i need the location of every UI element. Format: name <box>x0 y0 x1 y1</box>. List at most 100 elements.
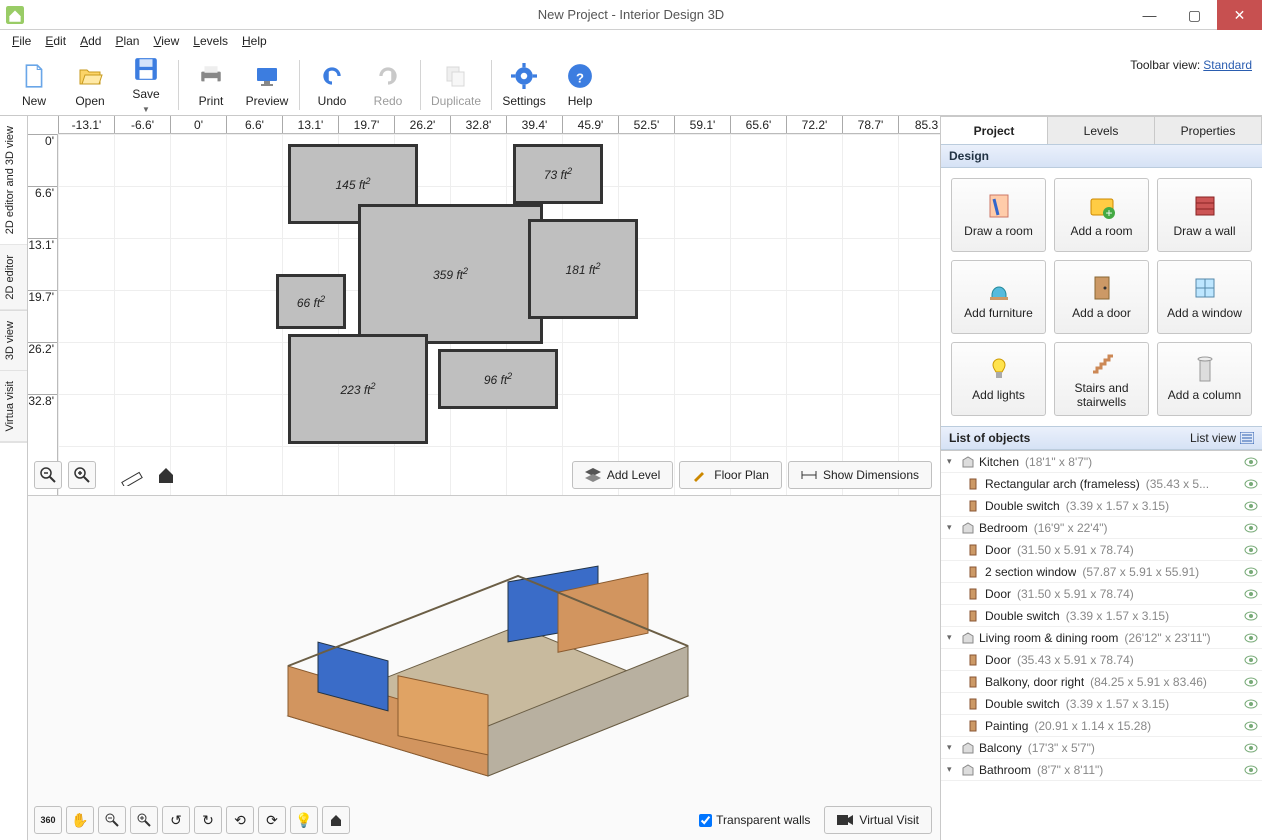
rotate-left-icon[interactable]: ↺ <box>162 806 190 834</box>
room-icon <box>961 521 975 535</box>
virtual-visit-button[interactable]: Virtual Visit <box>824 806 932 834</box>
object-row[interactable]: Balkony, door right (84.25 x 5.91 x 83.4… <box>941 671 1262 693</box>
duplicate-button[interactable]: Duplicate <box>425 55 487 115</box>
help-button[interactable]: ?Help <box>552 55 608 115</box>
add-level-button[interactable]: Add Level <box>572 461 673 489</box>
orbit-right-icon[interactable]: ⟳ <box>258 806 286 834</box>
visibility-icon[interactable] <box>1244 743 1258 753</box>
redo-button[interactable]: Redo <box>360 55 416 115</box>
ruler-icon[interactable] <box>118 461 146 489</box>
tool-add-lights[interactable]: Add lights <box>951 342 1046 416</box>
object-row[interactable]: Double switch (3.39 x 1.57 x 3.15) <box>941 605 1262 627</box>
object-row[interactable]: ▾Living room & dining room (26'12" x 23'… <box>941 627 1262 649</box>
expand-icon[interactable]: ▾ <box>947 742 957 753</box>
visibility-icon[interactable] <box>1244 699 1258 709</box>
save-button[interactable]: Save▼ <box>118 55 174 115</box>
undo-button[interactable]: Undo <box>304 55 360 115</box>
tab-3d[interactable]: 3D view <box>0 311 27 371</box>
object-row[interactable]: ▾Balcony (17'3" x 5'7") <box>941 737 1262 759</box>
tool-add-furniture[interactable]: Add furniture <box>951 260 1046 334</box>
menu-file[interactable]: File <box>6 32 37 50</box>
zoom-out-icon[interactable] <box>34 461 62 489</box>
toolbar-view-link[interactable]: Standard <box>1203 58 1252 72</box>
object-row[interactable]: ▾Bedroom (16'9" x 22'4") <box>941 517 1262 539</box>
maximize-button[interactable]: ▢ <box>1172 0 1217 30</box>
object-row[interactable]: Door (31.50 x 5.91 x 78.74) <box>941 539 1262 561</box>
expand-icon[interactable]: ▾ <box>947 456 957 467</box>
tab-2d-3d[interactable]: 2D editor and 3D view <box>0 116 27 245</box>
show-dimensions-button[interactable]: Show Dimensions <box>788 461 932 489</box>
tool-add-a-window[interactable]: Add a window <box>1157 260 1252 334</box>
expand-icon[interactable]: ▾ <box>947 764 957 775</box>
home-3d-icon[interactable] <box>322 806 350 834</box>
360-icon[interactable]: 360 <box>34 806 62 834</box>
2d-view[interactable]: -13.1'-6.6'0'6.6'13.1'19.7'26.2'32.8'39.… <box>28 116 940 496</box>
tab-levels[interactable]: Levels <box>1047 116 1155 144</box>
object-row[interactable]: Door (35.43 x 5.91 x 78.74) <box>941 649 1262 671</box>
new-button[interactable]: New <box>6 55 62 115</box>
minimize-button[interactable]: — <box>1127 0 1172 30</box>
menu-plan[interactable]: Plan <box>109 32 145 50</box>
visibility-icon[interactable] <box>1244 765 1258 775</box>
visibility-icon[interactable] <box>1244 479 1258 489</box>
room-icon <box>961 631 975 645</box>
object-row[interactable]: Door (31.50 x 5.91 x 78.74) <box>941 583 1262 605</box>
orbit-left-icon[interactable]: ⟲ <box>226 806 254 834</box>
transparent-walls-checkbox[interactable]: Transparent walls <box>699 813 810 827</box>
floor-plan-button[interactable]: Floor Plan <box>679 461 782 489</box>
camera-icon <box>837 814 853 826</box>
open-button[interactable]: Open <box>62 55 118 115</box>
menu-view[interactable]: View <box>147 32 185 50</box>
menu-add[interactable]: Add <box>74 32 107 50</box>
object-row[interactable]: Painting (20.91 x 1.14 x 15.28) <box>941 715 1262 737</box>
3d-view[interactable]: 360 ✋ ↺ ↻ ⟲ ⟳ 💡 Transparent walls Virtua… <box>28 496 940 840</box>
print-button[interactable]: Print <box>183 55 239 115</box>
object-row[interactable]: 2 section window (57.87 x 5.91 x 55.91) <box>941 561 1262 583</box>
object-row[interactable]: ▾Kitchen (18'1" x 8'7") <box>941 451 1262 473</box>
light-icon[interactable]: 💡 <box>290 806 318 834</box>
menu-levels[interactable]: Levels <box>187 32 234 50</box>
visibility-icon[interactable] <box>1244 611 1258 621</box>
zoom-in-icon[interactable] <box>68 461 96 489</box>
object-list[interactable]: ▾Kitchen (18'1" x 8'7")Rectangular arch … <box>941 450 1262 840</box>
object-row[interactable]: Rectangular arch (frameless) (35.43 x 5.… <box>941 473 1262 495</box>
menu-help[interactable]: Help <box>236 32 273 50</box>
expand-icon[interactable]: ▾ <box>947 632 957 643</box>
home-icon[interactable] <box>152 461 180 489</box>
object-row[interactable]: Double switch (3.39 x 1.57 x 3.15) <box>941 495 1262 517</box>
visibility-icon[interactable] <box>1244 677 1258 687</box>
object-row[interactable]: Double switch (3.39 x 1.57 x 3.15) <box>941 693 1262 715</box>
tab-2d[interactable]: 2D editor <box>0 245 27 311</box>
floorplan-canvas[interactable]: 145 ft2 73 ft2 359 ft2 181 ft2 66 ft2 22… <box>58 134 940 495</box>
close-button[interactable]: ✕ <box>1217 0 1262 30</box>
tab-project[interactable]: Project <box>940 116 1048 144</box>
visibility-icon[interactable] <box>1244 523 1258 533</box>
tool-add-a-column[interactable]: Add a column <box>1157 342 1252 416</box>
visibility-icon[interactable] <box>1244 633 1258 643</box>
visibility-icon[interactable] <box>1244 567 1258 577</box>
ruler-horizontal: -13.1'-6.6'0'6.6'13.1'19.7'26.2'32.8'39.… <box>58 116 940 134</box>
visibility-icon[interactable] <box>1244 457 1258 467</box>
tool-draw-a-room[interactable]: Draw a room <box>951 178 1046 252</box>
expand-icon[interactable]: ▾ <box>947 522 957 533</box>
visibility-icon[interactable] <box>1244 545 1258 555</box>
tool-add-a-room[interactable]: +Add a room <box>1054 178 1149 252</box>
list-view-toggle[interactable]: List view <box>1190 431 1254 445</box>
zoom-out-3d-icon[interactable] <box>98 806 126 834</box>
visibility-icon[interactable] <box>1244 589 1258 599</box>
object-row[interactable]: ▾Bathroom (8'7" x 8'11") <box>941 759 1262 781</box>
rotate-right-icon[interactable]: ↻ <box>194 806 222 834</box>
tool-draw-a-wall[interactable]: Draw a wall <box>1157 178 1252 252</box>
zoom-in-3d-icon[interactable] <box>130 806 158 834</box>
preview-button[interactable]: Preview <box>239 55 295 115</box>
tool-add-a-door[interactable]: Add a door <box>1054 260 1149 334</box>
visibility-icon[interactable] <box>1244 501 1258 511</box>
tab-properties[interactable]: Properties <box>1154 116 1262 144</box>
tool-stairs-and-stairwells[interactable]: Stairs and stairwells <box>1054 342 1149 416</box>
tab-virtual[interactable]: Virtua visit <box>0 371 27 443</box>
menu-edit[interactable]: Edit <box>39 32 72 50</box>
settings-button[interactable]: Settings <box>496 55 552 115</box>
visibility-icon[interactable] <box>1244 721 1258 731</box>
pan-icon[interactable]: ✋ <box>66 806 94 834</box>
visibility-icon[interactable] <box>1244 655 1258 665</box>
